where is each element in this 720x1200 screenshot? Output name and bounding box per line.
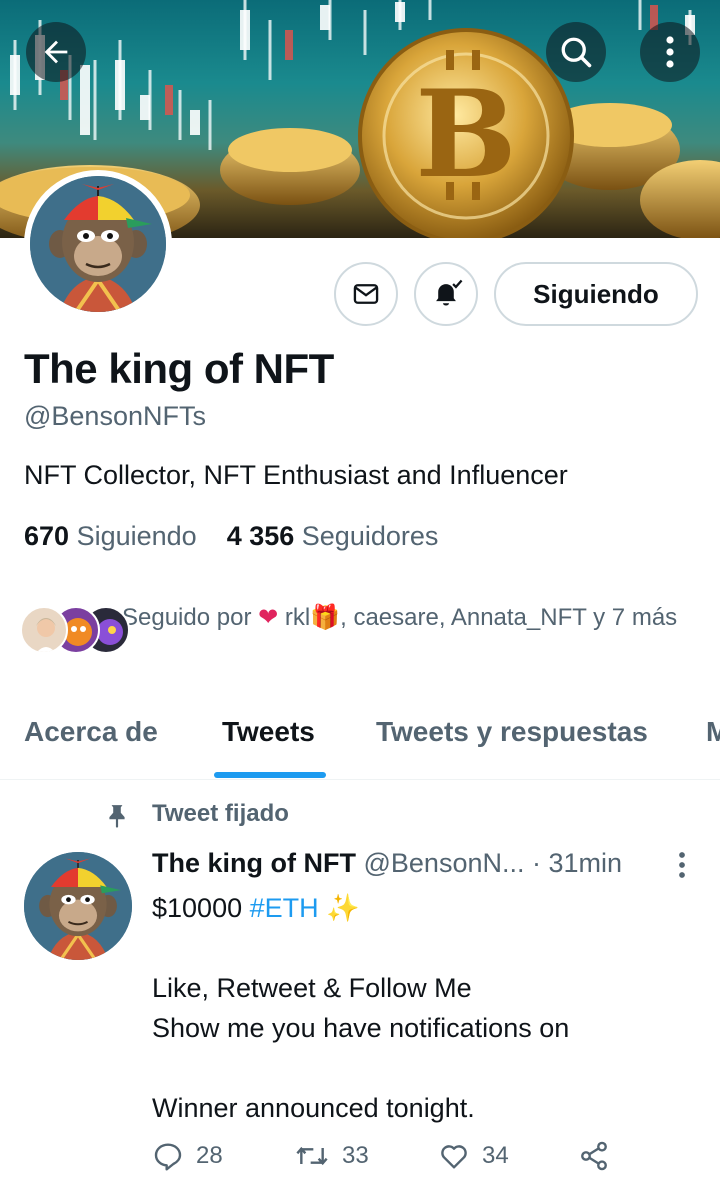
tweet-author-name[interactable]: The king of NFT (152, 848, 356, 878)
profile-name: The king of NFT (24, 345, 334, 392)
tweet-more-icon[interactable] (674, 850, 690, 880)
profile-handle: @BensonNFTs (24, 401, 206, 431)
following-button[interactable]: Siguiendo (494, 262, 698, 326)
followers-stat-link[interactable]: 4 356 Seguidores (227, 521, 439, 551)
mail-icon (353, 284, 379, 304)
followed-by-prefix: Seguido por (122, 604, 252, 631)
tweet-line-3: Winner announced tonight. (152, 1093, 475, 1123)
hashtag-link[interactable]: #ETH (250, 893, 319, 923)
tab-about[interactable]: Acerca de (24, 716, 158, 748)
heart-emoji-icon: ❤ (258, 604, 279, 631)
tweet-author-handle[interactable]: @BensonN... (364, 848, 525, 878)
followers-label: Seguidores (301, 521, 439, 551)
follower-avatar-1 (20, 606, 68, 654)
notifications-button[interactable] (414, 262, 478, 326)
message-button[interactable] (334, 262, 398, 326)
share-icon (581, 1141, 607, 1171)
profile-avatar[interactable] (24, 170, 172, 318)
tab-tweets-replies[interactable]: Tweets y respuestas (376, 716, 648, 748)
tab-media[interactable]: M (706, 716, 720, 748)
following-count: 670 (24, 521, 70, 551)
ape-avatar-image (24, 852, 132, 960)
followers-count: 4 356 (226, 521, 295, 551)
followed-by-rest: , caesare, Annata_NFT y 7 más (340, 604, 678, 631)
followed-by-text: Seguido por ❤ rkl🎁, caesare, Annata_NFT … (122, 600, 692, 635)
back-button[interactable] (26, 22, 86, 82)
heart-icon (441, 1145, 467, 1169)
tab-tweets[interactable]: Tweets (222, 716, 315, 748)
more-vertical-icon (666, 36, 674, 68)
retweet-icon (296, 1146, 328, 1166)
retweet-count: 33 (342, 1142, 369, 1169)
tweet-header: The king of NFT @BensonN... · 31min (152, 848, 672, 879)
svg-text:B: B (415, 64, 516, 205)
tweet-line-prize: $10000 #ETH ✨ (152, 888, 692, 928)
bell-check-icon (436, 279, 463, 306)
pinned-tweet-label: Tweet fijado (152, 800, 289, 827)
tweet-author-avatar[interactable] (24, 852, 132, 960)
active-tab-indicator (214, 772, 326, 778)
following-stat-link[interactable]: 670 Siguiendo (24, 521, 197, 551)
share-button[interactable] (578, 1140, 610, 1172)
search-icon (561, 37, 592, 68)
tweet-line-1: Like, Retweet & Follow Me (152, 973, 472, 1003)
ape-avatar-image (30, 176, 166, 312)
reply-icon (154, 1143, 182, 1171)
followed-by-names: rkl (284, 604, 311, 631)
pin-icon (109, 805, 125, 828)
followed-by-row[interactable]: Seguido por ❤ rkl🎁, caesare, Annata_NFT … (20, 600, 710, 670)
following-label: Siguiendo (76, 521, 197, 551)
retweet-button[interactable]: 33 (294, 1140, 369, 1172)
tweet-amount: $10000 (152, 893, 243, 923)
profile-bio: NFT Collector, NFT Enthusiast and Influe… (24, 460, 568, 490)
tweet-time: · 31min (532, 848, 623, 878)
tweet-line-2: Show me you have notifications on (152, 1013, 570, 1043)
sparkles-emoji-icon: ✨ (326, 893, 360, 923)
reply-count: 28 (196, 1142, 223, 1169)
tweet-actions: 28 33 34 (152, 1140, 692, 1184)
like-button[interactable]: 34 (438, 1140, 509, 1172)
tweet-text: $10000 #ETH ✨ Like, Retweet & Follow Me … (152, 888, 692, 1128)
arrow-left-icon (44, 40, 68, 64)
like-count: 34 (482, 1142, 509, 1169)
profile-tabs: Acerca de Tweets Tweets y respuestas M (0, 700, 720, 780)
gift-emoji-icon: 🎁 (310, 604, 341, 631)
profile-stats: 670 Siguiendo 4 356 Seguidores (24, 521, 438, 552)
more-options-button[interactable] (640, 22, 700, 82)
reply-button[interactable]: 28 (152, 1140, 223, 1172)
search-button[interactable] (546, 22, 606, 82)
